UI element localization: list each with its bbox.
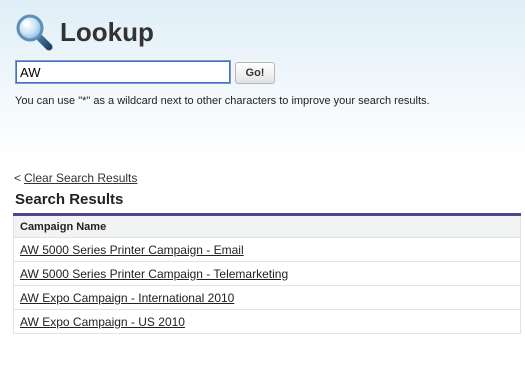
clear-search-results-link[interactable]: Clear Search Results — [24, 171, 137, 185]
search-results-title: Search Results — [15, 191, 124, 208]
table-row: AW Expo Campaign - US 2010 — [13, 309, 521, 334]
clear-results-prefix: < — [14, 171, 22, 185]
column-header-campaign-name: Campaign Name — [13, 214, 521, 238]
campaign-link[interactable]: AW 5000 Series Printer Campaign - Email — [20, 243, 244, 257]
campaign-link[interactable]: AW Expo Campaign - US 2010 — [20, 315, 185, 329]
table-header-row: Campaign Name — [13, 214, 521, 238]
table-row: AW 5000 Series Printer Campaign - Email — [13, 237, 521, 262]
campaign-link[interactable]: AW 5000 Series Printer Campaign - Telema… — [20, 267, 288, 281]
table-cell: AW Expo Campaign - International 2010 — [13, 285, 521, 310]
table-cell: AW 5000 Series Printer Campaign - Email — [13, 237, 521, 262]
magnifier-icon — [16, 14, 53, 51]
table-row: AW Expo Campaign - International 2010 — [13, 285, 521, 310]
table-cell: AW Expo Campaign - US 2010 — [13, 309, 521, 334]
search-input[interactable] — [15, 60, 231, 84]
go-button[interactable]: Go! — [235, 62, 275, 84]
page-header: Lookup — [14, 12, 154, 52]
search-results-table: Campaign Name AW 5000 Series Printer Cam… — [13, 213, 521, 334]
table-cell: AW 5000 Series Printer Campaign - Telema… — [13, 261, 521, 286]
clear-results-row: < Clear Search Results — [14, 171, 137, 185]
campaign-link[interactable]: AW Expo Campaign - International 2010 — [20, 291, 234, 305]
page-title: Lookup — [60, 17, 154, 47]
wildcard-hint: You can use "*" as a wildcard next to ot… — [15, 95, 430, 107]
table-row: AW 5000 Series Printer Campaign - Telema… — [13, 261, 521, 286]
